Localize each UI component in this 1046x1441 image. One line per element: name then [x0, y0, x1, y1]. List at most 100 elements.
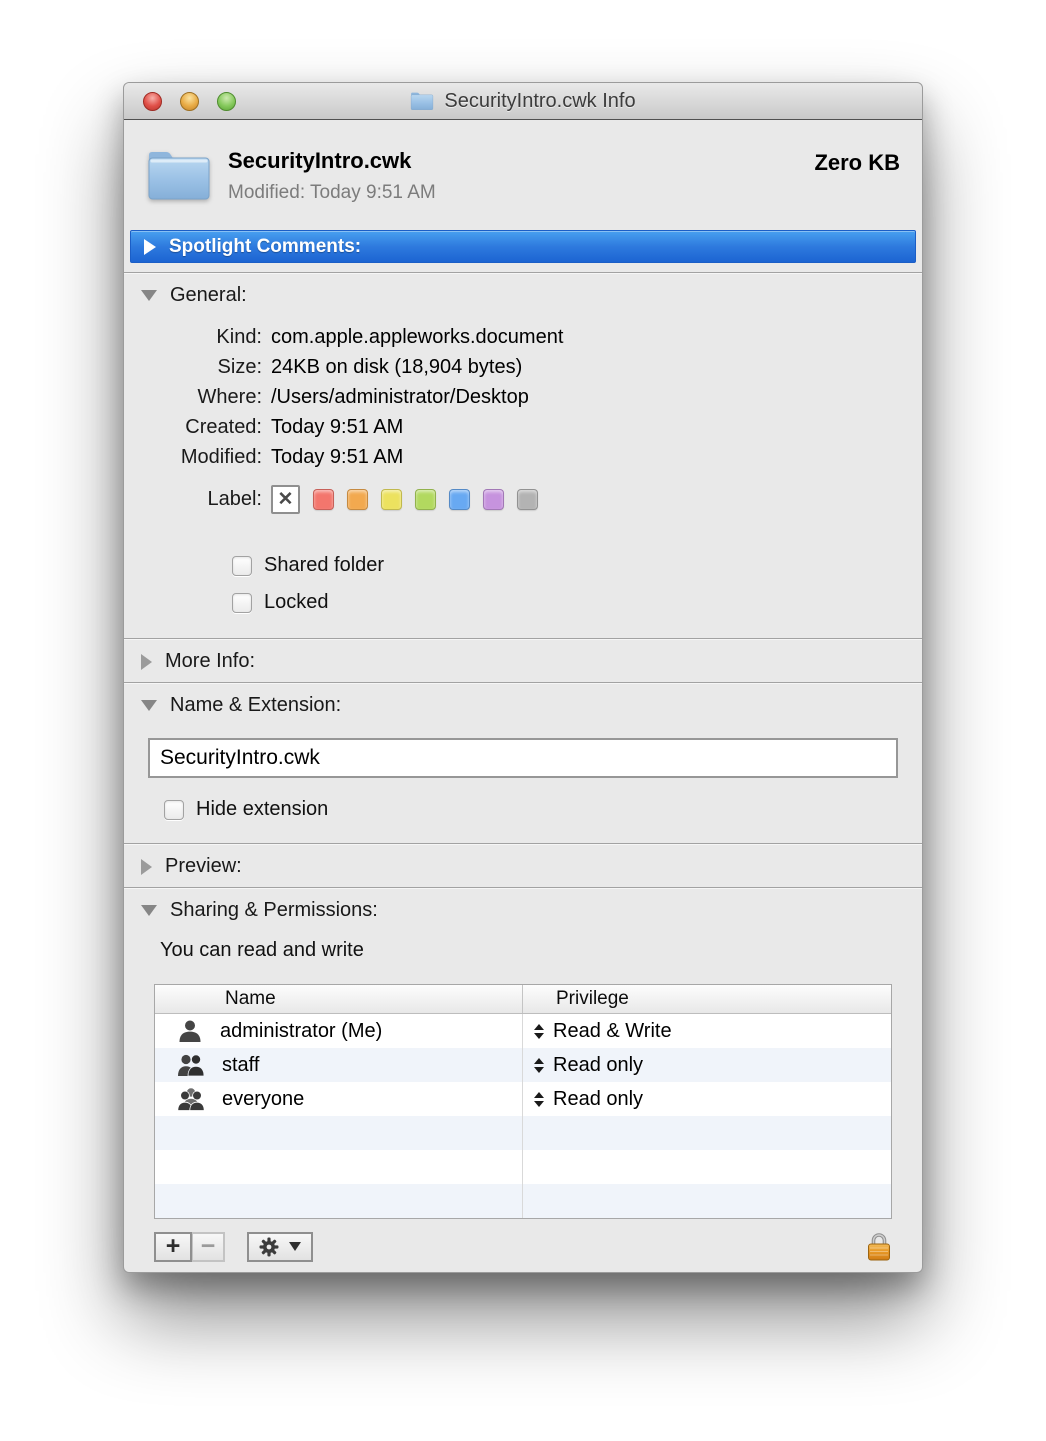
section-general[interactable]: General: — [124, 273, 922, 316]
file-modified: Modified: Today 9:51 AM — [228, 182, 814, 204]
actions-menu-button[interactable] — [247, 1232, 313, 1262]
info-value: Today 9:51 AM — [271, 416, 403, 439]
info-label: Where: — [124, 386, 262, 409]
clear-x-icon: ✕ — [278, 488, 294, 511]
disclosure-expanded-icon — [141, 290, 157, 301]
shared-folder-checkbox[interactable] — [232, 556, 252, 576]
close-button[interactable] — [143, 92, 162, 111]
zoom-button[interactable] — [217, 92, 236, 111]
locked-row: Locked — [232, 591, 922, 614]
section-label: Sharing & Permissions: — [170, 899, 378, 922]
section-label: More Info: — [165, 650, 255, 673]
column-header-name: Name — [155, 985, 523, 1013]
user-name: staff — [222, 1054, 259, 1077]
label-swatch-gray[interactable] — [517, 489, 538, 510]
section-label: Spotlight Comments: — [169, 236, 361, 258]
info-value: 24KB on disk (18,904 bytes) — [271, 356, 522, 379]
section-name-extension[interactable]: Name & Extension: — [124, 683, 922, 726]
chevron-down-icon — [289, 1242, 301, 1251]
user-name: everyone — [222, 1088, 304, 1111]
info-label: Modified: — [124, 446, 262, 469]
info-label: Size: — [124, 356, 262, 379]
user-name: administrator (Me) — [220, 1020, 382, 1043]
section-label: Preview: — [165, 855, 242, 878]
privilege-select[interactable]: Read & Write — [523, 1014, 891, 1048]
table-row[interactable]: staff Read only — [155, 1048, 891, 1082]
info-value: /Users/administrator/Desktop — [271, 386, 529, 409]
permissions-toolbar: + − — [154, 1231, 892, 1262]
info-label: Kind: — [124, 326, 262, 349]
label-swatch-green[interactable] — [415, 489, 436, 510]
section-label: Name & Extension: — [170, 694, 341, 717]
info-row-size: Size: 24KB on disk (18,904 bytes) — [124, 356, 922, 386]
filename-input[interactable] — [148, 738, 898, 778]
table-row-empty — [155, 1184, 891, 1218]
locked-checkbox[interactable] — [232, 593, 252, 613]
disclosure-collapsed-icon — [141, 859, 152, 875]
lock-icon[interactable] — [866, 1231, 892, 1262]
titlebar[interactable]: SecurityIntro.cwk Info — [124, 83, 922, 120]
general-info: Kind: com.apple.appleworks.document Size… — [124, 316, 922, 638]
info-row-kind: Kind: com.apple.appleworks.document — [124, 326, 922, 356]
label-swatch-purple[interactable] — [483, 489, 504, 510]
group-icon — [177, 1053, 205, 1077]
add-user-button[interactable]: + — [154, 1232, 192, 1262]
privilege-value: Read only — [553, 1054, 643, 1077]
privilege-value: Read & Write — [553, 1020, 672, 1043]
sharing-status: You can read and write — [160, 939, 922, 962]
info-row-where: Where: /Users/administrator/Desktop — [124, 386, 922, 416]
table-row[interactable]: everyone Read only — [155, 1082, 891, 1116]
remove-user-button[interactable]: − — [192, 1232, 225, 1262]
folder-icon — [410, 91, 434, 111]
shared-folder-row: Shared folder — [232, 554, 922, 577]
table-row-empty — [155, 1116, 891, 1150]
everyone-icon — [177, 1087, 205, 1111]
label-swatch-yellow[interactable] — [381, 489, 402, 510]
section-label: General: — [170, 284, 247, 307]
checkbox-label: Shared folder — [264, 554, 384, 577]
section-sharing-permissions[interactable]: Sharing & Permissions: — [124, 888, 922, 931]
minimize-button[interactable] — [180, 92, 199, 111]
section-spotlight-comments[interactable]: Spotlight Comments: — [130, 230, 916, 263]
info-value: Today 9:51 AM — [271, 446, 403, 469]
info-row-created: Created: Today 9:51 AM — [124, 416, 922, 446]
disclosure-expanded-icon — [141, 905, 157, 916]
privilege-value: Read only — [553, 1088, 643, 1111]
hide-extension-checkbox[interactable] — [164, 800, 184, 820]
file-size: Zero KB — [814, 150, 900, 176]
disclosure-expanded-icon — [141, 700, 157, 711]
disclosure-collapsed-icon — [141, 654, 152, 670]
permissions-table: Name Privilege administrator (Me) Read &… — [154, 984, 892, 1219]
label-swatch-red[interactable] — [313, 489, 334, 510]
label-color-row: Label: ✕ — [124, 480, 922, 518]
info-row-modified: Modified: Today 9:51 AM — [124, 446, 922, 476]
table-row-empty — [155, 1150, 891, 1184]
label-clear-button[interactable]: ✕ — [271, 485, 300, 514]
get-info-window: SecurityIntro.cwk Info SecurityIntro.cwk… — [123, 82, 923, 1273]
section-preview[interactable]: Preview: — [124, 844, 922, 887]
table-header: Name Privilege — [155, 985, 891, 1014]
hide-extension-row: Hide extension — [164, 798, 922, 821]
traffic-lights — [143, 92, 236, 111]
window-title: SecurityIntro.cwk Info — [444, 90, 635, 113]
table-row[interactable]: administrator (Me) Read & Write — [155, 1014, 891, 1048]
section-more-info[interactable]: More Info: — [124, 639, 922, 682]
file-header: SecurityIntro.cwk Modified: Today 9:51 A… — [124, 120, 922, 230]
privilege-select[interactable]: Read only — [523, 1048, 891, 1082]
disclosure-collapsed-icon — [144, 239, 156, 255]
user-icon — [177, 1019, 203, 1043]
label-swatch-orange[interactable] — [347, 489, 368, 510]
checkbox-label: Locked — [264, 591, 329, 614]
gear-icon — [259, 1237, 279, 1257]
stepper-icon — [534, 1058, 544, 1073]
stepper-icon — [534, 1092, 544, 1107]
column-header-privilege: Privilege — [523, 985, 891, 1013]
label-swatch-blue[interactable] — [449, 489, 470, 510]
info-value: com.apple.appleworks.document — [271, 326, 563, 349]
checkbox-label: Hide extension — [196, 798, 328, 821]
info-label: Label: — [124, 488, 262, 511]
file-name: SecurityIntro.cwk — [228, 148, 814, 174]
folder-icon — [146, 148, 212, 202]
stepper-icon — [534, 1024, 544, 1039]
privilege-select[interactable]: Read only — [523, 1082, 891, 1116]
